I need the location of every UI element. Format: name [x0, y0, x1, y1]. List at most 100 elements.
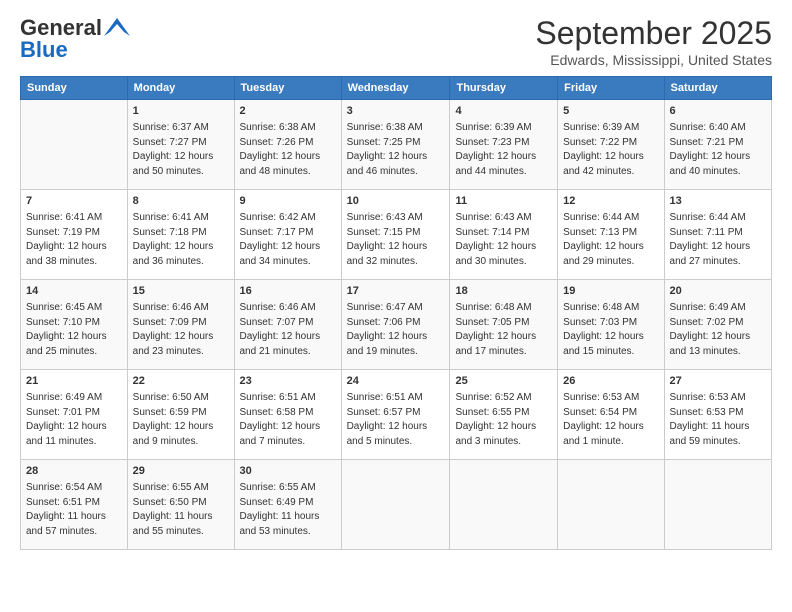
day-number: 21 — [26, 374, 122, 389]
calendar-cell: 20 Sunrise: 6:49 AM Sunset: 7:02 PM Dayli… — [664, 280, 771, 370]
calendar-cell: 11Sunrise: 6:43 AM Sunset: 7:14 PM Dayli… — [450, 190, 558, 280]
calendar-cell: 19 Sunrise: 6:48 AM Sunset: 7:03 PM Dayli… — [558, 280, 664, 370]
calendar-cell: 17 Sunrise: 6:47 AM Sunset: 7:06 PM Dayli… — [341, 280, 450, 370]
calendar-cell: 29 Sunrise: 6:55 AM Sunset: 6:50 PM Dayli… — [127, 460, 234, 550]
calendar-week-row: 28 Sunrise: 6:54 AM Sunset: 6:51 PM Dayli… — [21, 460, 772, 550]
day-number: 13 — [670, 194, 766, 209]
calendar-cell: 13 Sunrise: 6:44 AM Sunset: 7:11 PM Dayli… — [664, 190, 771, 280]
location-title: Edwards, Mississippi, United States — [535, 52, 772, 68]
day-info: Sunrise: 6:49 AM Sunset: 7:02 PM Dayligh… — [670, 301, 766, 359]
day-number: 7 — [26, 194, 122, 209]
calendar-cell: 25 Sunrise: 6:52 AM Sunset: 6:55 PM Dayli… — [450, 370, 558, 460]
day-number: 10 — [347, 194, 445, 209]
calendar-header-row: SundayMondayTuesdayWednesdayThursdayFrid… — [21, 77, 772, 100]
day-info: Sunrise: 6:53 AM Sunset: 6:54 PM Dayligh… — [563, 391, 658, 449]
day-info: Sunrise: 6:52 AM Sunset: 6:55 PM Dayligh… — [455, 391, 552, 449]
day-number: 17 — [347, 284, 445, 299]
calendar-cell: 21 Sunrise: 6:49 AM Sunset: 7:01 PM Dayli… — [21, 370, 128, 460]
day-info: Sunrise: 6:38 AM Sunset: 7:25 PM Dayligh… — [347, 121, 445, 179]
calendar-day-header: Tuesday — [234, 77, 341, 100]
day-info: Sunrise: 6:51 AM Sunset: 6:57 PM Dayligh… — [347, 391, 445, 449]
calendar-body: 1 Sunrise: 6:37 AM Sunset: 7:27 PM Daylig… — [21, 100, 772, 550]
day-info: Sunrise: 6:37 AM Sunset: 7:27 PM Dayligh… — [133, 121, 229, 179]
day-info: Sunrise: 6:46 AM Sunset: 7:09 PM Dayligh… — [133, 301, 229, 359]
day-number: 12 — [563, 194, 658, 209]
day-info: Sunrise: 6:40 AM Sunset: 7:21 PM Dayligh… — [670, 121, 766, 179]
day-info: Sunrise: 6:49 AM Sunset: 7:01 PM Dayligh… — [26, 391, 122, 449]
day-number: 16 — [240, 284, 336, 299]
day-info: Sunrise: 6:45 AM Sunset: 7:10 PM Dayligh… — [26, 301, 122, 359]
calendar-cell: 24 Sunrise: 6:51 AM Sunset: 6:57 PM Dayli… — [341, 370, 450, 460]
day-info: Sunrise: 6:48 AM Sunset: 7:03 PM Dayligh… — [563, 301, 658, 359]
day-info: Sunrise: 6:44 AM Sunset: 7:13 PM Dayligh… — [563, 211, 658, 269]
day-info: Sunrise: 6:41 AM Sunset: 7:19 PM Dayligh… — [26, 211, 122, 269]
day-number: 25 — [455, 374, 552, 389]
day-info: Sunrise: 6:43 AM Sunset: 7:15 PM Dayligh… — [347, 211, 445, 269]
day-number: 1 — [133, 104, 229, 119]
header: General Blue September 2025 Edwards, Mis… — [20, 15, 772, 68]
day-info: Sunrise: 6:44 AM Sunset: 7:11 PM Dayligh… — [670, 211, 766, 269]
calendar-week-row: 21 Sunrise: 6:49 AM Sunset: 7:01 PM Dayli… — [21, 370, 772, 460]
day-number: 22 — [133, 374, 229, 389]
calendar-cell — [450, 460, 558, 550]
calendar-cell: 7 Sunrise: 6:41 AM Sunset: 7:19 PM Daylig… — [21, 190, 128, 280]
day-number: 9 — [240, 194, 336, 209]
calendar-cell: 27 Sunrise: 6:53 AM Sunset: 6:53 PM Dayli… — [664, 370, 771, 460]
calendar-cell: 9 Sunrise: 6:42 AM Sunset: 7:17 PM Daylig… — [234, 190, 341, 280]
day-number: 20 — [670, 284, 766, 299]
calendar-cell: 8Sunrise: 6:41 AM Sunset: 7:18 PM Daylig… — [127, 190, 234, 280]
day-info: Sunrise: 6:55 AM Sunset: 6:50 PM Dayligh… — [133, 481, 229, 539]
day-number: 15 — [133, 284, 229, 299]
calendar-cell: 15 Sunrise: 6:46 AM Sunset: 7:09 PM Dayli… — [127, 280, 234, 370]
day-info: Sunrise: 6:50 AM Sunset: 6:59 PM Dayligh… — [133, 391, 229, 449]
day-info: Sunrise: 6:46 AM Sunset: 7:07 PM Dayligh… — [240, 301, 336, 359]
calendar-week-row: 1 Sunrise: 6:37 AM Sunset: 7:27 PM Daylig… — [21, 100, 772, 190]
logo: General Blue — [20, 15, 130, 63]
day-number: 8 — [133, 194, 229, 209]
day-info: Sunrise: 6:47 AM Sunset: 7:06 PM Dayligh… — [347, 301, 445, 359]
day-number: 24 — [347, 374, 445, 389]
day-number: 14 — [26, 284, 122, 299]
logo-blue-text: Blue — [20, 37, 68, 63]
calendar-cell: 1 Sunrise: 6:37 AM Sunset: 7:27 PM Daylig… — [127, 100, 234, 190]
day-number: 4 — [455, 104, 552, 119]
day-info: Sunrise: 6:54 AM Sunset: 6:51 PM Dayligh… — [26, 481, 122, 539]
day-number: 6 — [670, 104, 766, 119]
calendar-cell: 16 Sunrise: 6:46 AM Sunset: 7:07 PM Dayli… — [234, 280, 341, 370]
day-number: 28 — [26, 464, 122, 479]
day-info: Sunrise: 6:39 AM Sunset: 7:23 PM Dayligh… — [455, 121, 552, 179]
calendar-day-header: Wednesday — [341, 77, 450, 100]
day-number: 30 — [240, 464, 336, 479]
calendar-cell: 3 Sunrise: 6:38 AM Sunset: 7:25 PM Daylig… — [341, 100, 450, 190]
calendar-cell — [21, 100, 128, 190]
day-number: 27 — [670, 374, 766, 389]
calendar-week-row: 7 Sunrise: 6:41 AM Sunset: 7:19 PM Daylig… — [21, 190, 772, 280]
calendar-cell: 12 Sunrise: 6:44 AM Sunset: 7:13 PM Dayli… — [558, 190, 664, 280]
day-number: 18 — [455, 284, 552, 299]
day-info: Sunrise: 6:51 AM Sunset: 6:58 PM Dayligh… — [240, 391, 336, 449]
day-number: 5 — [563, 104, 658, 119]
calendar-cell: 2Sunrise: 6:38 AM Sunset: 7:26 PM Daylig… — [234, 100, 341, 190]
calendar-cell: 5 Sunrise: 6:39 AM Sunset: 7:22 PM Daylig… — [558, 100, 664, 190]
calendar-day-header: Thursday — [450, 77, 558, 100]
day-number: 26 — [563, 374, 658, 389]
day-number: 19 — [563, 284, 658, 299]
day-info: Sunrise: 6:43 AM Sunset: 7:14 PM Dayligh… — [455, 211, 552, 269]
day-number: 2 — [240, 104, 336, 119]
calendar-cell — [664, 460, 771, 550]
day-info: Sunrise: 6:53 AM Sunset: 6:53 PM Dayligh… — [670, 391, 766, 449]
day-number: 29 — [133, 464, 229, 479]
day-info: Sunrise: 6:39 AM Sunset: 7:22 PM Dayligh… — [563, 121, 658, 179]
title-section: September 2025 Edwards, Mississippi, Uni… — [535, 15, 772, 68]
calendar-cell: 22 Sunrise: 6:50 AM Sunset: 6:59 PM Dayli… — [127, 370, 234, 460]
day-info: Sunrise: 6:42 AM Sunset: 7:17 PM Dayligh… — [240, 211, 336, 269]
calendar-cell: 18Sunrise: 6:48 AM Sunset: 7:05 PM Dayli… — [450, 280, 558, 370]
calendar-cell: 14 Sunrise: 6:45 AM Sunset: 7:10 PM Dayli… — [21, 280, 128, 370]
calendar-cell: 6 Sunrise: 6:40 AM Sunset: 7:21 PM Daylig… — [664, 100, 771, 190]
calendar-cell: 4 Sunrise: 6:39 AM Sunset: 7:23 PM Daylig… — [450, 100, 558, 190]
day-info: Sunrise: 6:55 AM Sunset: 6:49 PM Dayligh… — [240, 481, 336, 539]
day-number: 3 — [347, 104, 445, 119]
calendar-cell — [558, 460, 664, 550]
calendar-cell: 28 Sunrise: 6:54 AM Sunset: 6:51 PM Dayli… — [21, 460, 128, 550]
calendar-cell: 30 Sunrise: 6:55 AM Sunset: 6:49 PM Dayli… — [234, 460, 341, 550]
